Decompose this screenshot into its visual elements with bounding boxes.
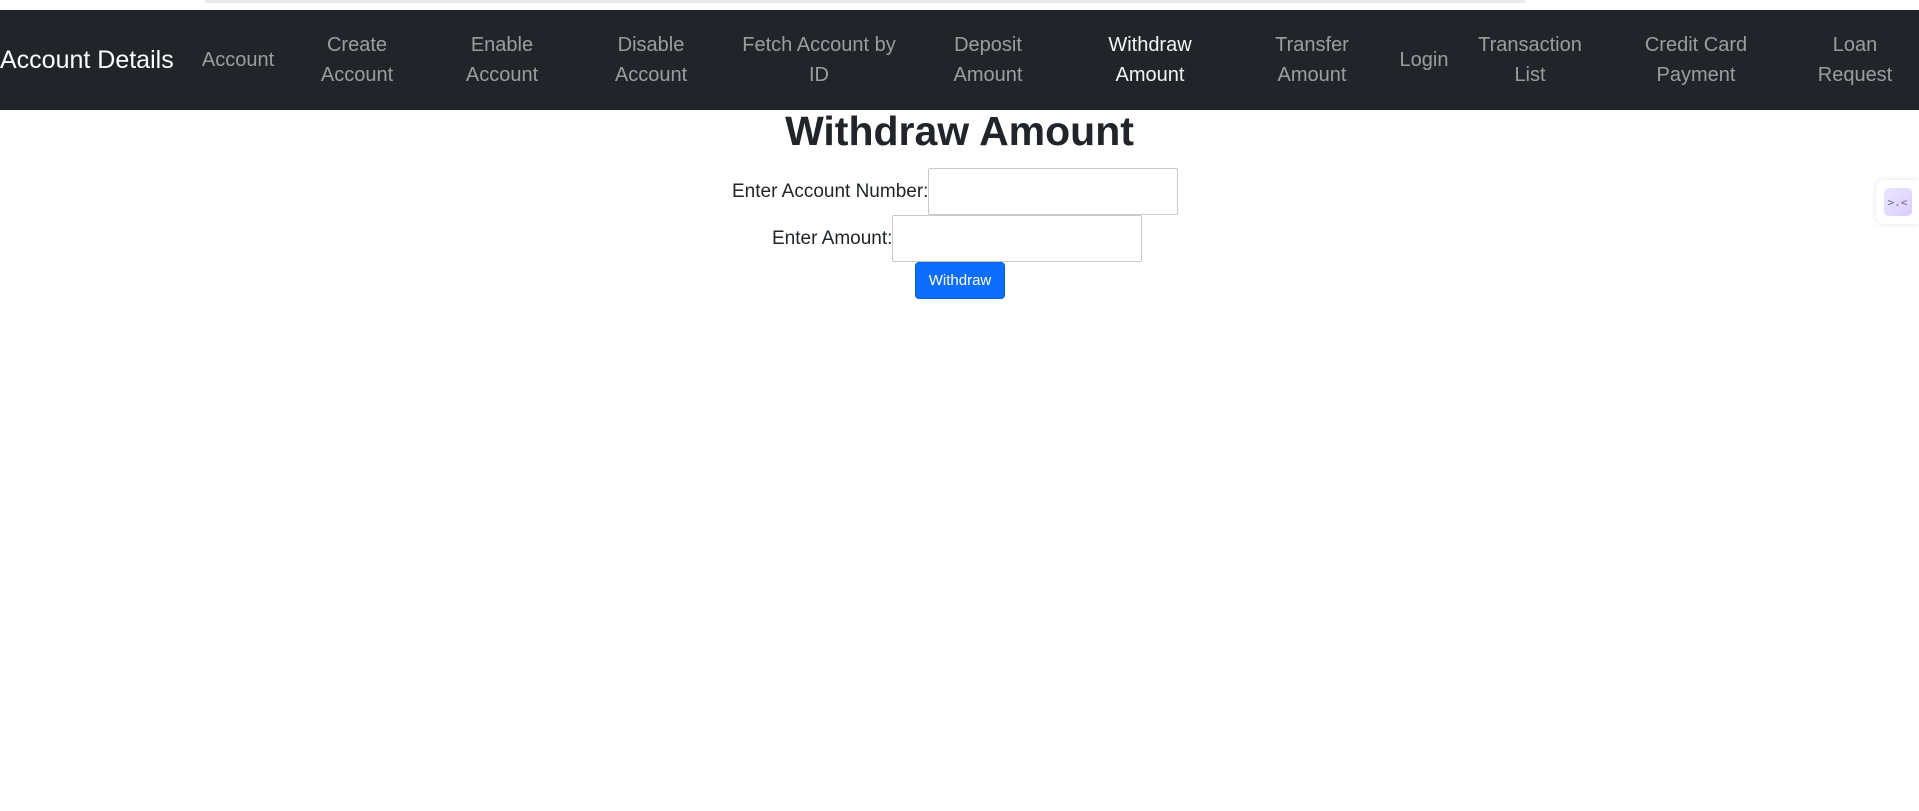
navbar-brand[interactable]: Account Details [0, 10, 174, 110]
nav-label: Payment [1656, 64, 1736, 86]
nav-label: ID [808, 64, 829, 86]
page-title: Withdraw Amount [785, 108, 1134, 154]
amount-row: Enter Amount: [772, 215, 1143, 262]
nav-label: Amount [1115, 64, 1185, 86]
nav-label: Create [326, 34, 387, 56]
nav-label: Request [1817, 64, 1893, 86]
nav-label: Loan [1832, 34, 1878, 56]
nav-item-loan-request[interactable]: Loan Request [1812, 10, 1898, 110]
nav-label: Transfer [1275, 34, 1349, 56]
nav-item-login[interactable]: Login [1392, 10, 1456, 110]
nav-label: Amount [953, 64, 1023, 86]
nav-label: Withdraw [1108, 34, 1192, 56]
nav-label: Amount [1277, 64, 1347, 86]
account-number-input[interactable] [928, 168, 1179, 215]
assistant-face-icon: >.< [1883, 188, 1912, 216]
nav-label: Account [201, 49, 275, 71]
top-divider [205, 0, 1525, 3]
nav-item-transfer-amount[interactable]: Transfer Amount [1266, 10, 1358, 110]
nav-label: Login [1399, 49, 1449, 71]
nav-label: Account [465, 64, 539, 86]
nav-item-credit-card-payment[interactable]: Credit Card Payment [1634, 10, 1758, 110]
amount-label: Enter Amount: [772, 227, 893, 249]
account-number-row: Enter Account Number: [732, 168, 1179, 215]
withdraw-button[interactable]: Withdraw [915, 262, 1005, 299]
page: Account Details Account Create Account En… [0, 0, 1919, 811]
nav-label: Account [320, 64, 394, 86]
nav-label: Account [614, 64, 688, 86]
nav-label: Credit Card [1644, 34, 1748, 56]
nav-item-fetch-account[interactable]: Fetch Account by ID [734, 10, 904, 110]
nav-item-withdraw-amount[interactable]: Withdraw Amount [1100, 10, 1200, 110]
nav-item-create-account[interactable]: Create Account [312, 10, 402, 110]
browser-top-strip [0, 0, 1919, 10]
nav-item-transaction-list[interactable]: Transaction List [1470, 10, 1590, 110]
nav-label: Transaction [1478, 34, 1582, 56]
nav-item-account[interactable]: Account [196, 10, 280, 110]
nav-item-enable-account[interactable]: Enable Account [457, 10, 547, 110]
account-number-label: Enter Account Number: [732, 180, 929, 202]
navbar: Account Details Account Create Account En… [0, 10, 1919, 110]
amount-input[interactable] [892, 215, 1143, 262]
nav-label: List [1514, 64, 1546, 86]
nav-item-deposit-amount[interactable]: Deposit Amount [942, 10, 1034, 110]
nav-label: Deposit [954, 34, 1022, 56]
nav-label: Enable [470, 34, 534, 56]
assistant-widget-button[interactable]: >.< [1876, 180, 1919, 224]
nav-item-disable-account[interactable]: Disable Account [606, 10, 696, 110]
nav-label: Fetch Account by [742, 34, 896, 56]
nav-label: Disable [617, 34, 685, 56]
